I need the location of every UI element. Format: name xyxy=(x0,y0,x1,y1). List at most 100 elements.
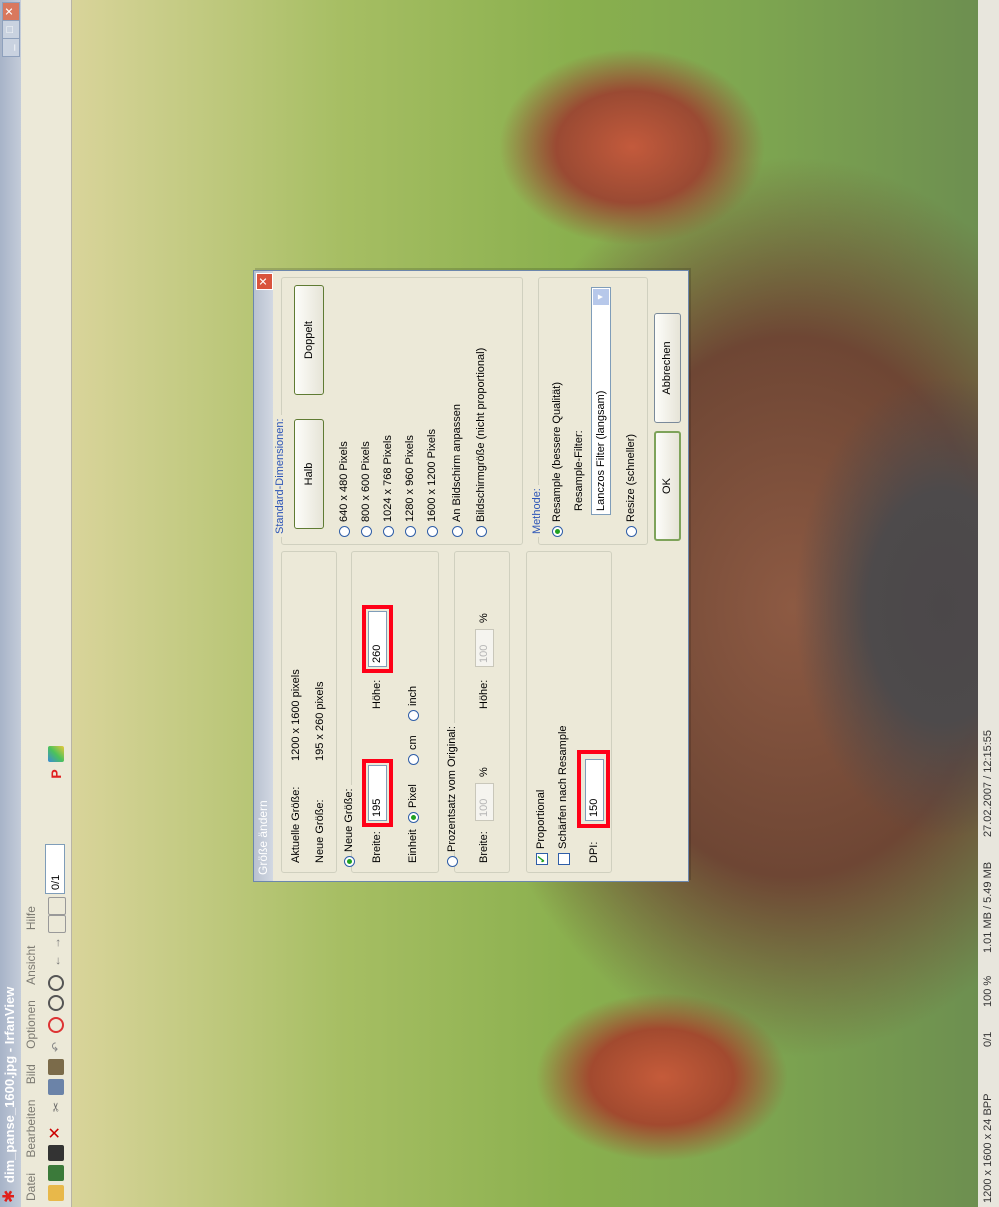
preset-screen-size-label: Bildschirmgröße (nicht proportional) xyxy=(475,347,487,522)
proportional-label: Proportional xyxy=(535,789,547,849)
ok-button[interactable]: OK xyxy=(654,431,681,541)
preset-fit-screen-radio[interactable] xyxy=(452,526,463,537)
percent-width-input[interactable]: 100 xyxy=(475,783,494,821)
info-icon[interactable] xyxy=(48,1017,64,1033)
percent-width-label: Breite: xyxy=(478,831,490,863)
preset-640-radio[interactable] xyxy=(339,526,350,537)
sharpen-label: Schärfen nach Resample xyxy=(557,725,569,849)
unit-label: Einheit xyxy=(407,829,419,863)
menu-hilfe[interactable]: Hilfe xyxy=(21,900,41,936)
open-icon[interactable] xyxy=(48,1185,64,1201)
save-icon[interactable] xyxy=(48,1165,64,1181)
preset-1280-label: 1280 x 960 Pixels xyxy=(404,435,416,522)
height-highlight xyxy=(362,605,393,673)
slideshow-icon[interactable] xyxy=(48,1145,64,1161)
menu-ansicht[interactable]: Ansicht xyxy=(21,939,41,990)
menu-bar: Datei Bearbeiten Bild Optionen Ansicht H… xyxy=(21,0,41,1207)
dialog-close-button[interactable]: ✕ xyxy=(256,273,273,290)
menu-optionen[interactable]: Optionen xyxy=(21,994,41,1055)
menu-bearbeiten[interactable]: Bearbeiten xyxy=(21,1094,41,1164)
status-datetime: 27.02.2007 / 12:15:55 xyxy=(982,729,994,837)
preset-800-radio[interactable] xyxy=(361,526,372,537)
resample-filter-value: Lanczos Filter (langsam) xyxy=(595,390,607,511)
previous-icon[interactable]: ← xyxy=(48,953,64,969)
zoom-in-icon[interactable] xyxy=(48,995,64,1011)
standard-dimensions-title: Standard-Dimensionen: xyxy=(274,415,286,537)
copy-icon[interactable] xyxy=(48,1079,64,1095)
preset-1600-label: 1600 x 1200 Pixels xyxy=(426,429,438,522)
menu-datei[interactable]: Datei xyxy=(21,1167,41,1207)
method-title: Methode: xyxy=(531,485,543,537)
cut-icon[interactable]: ✂ xyxy=(48,1099,64,1115)
percent-group xyxy=(454,551,510,873)
current-size-value: 1200 x 1600 pixels xyxy=(290,669,302,761)
toolbar: ✕ ✂ ↶ ← → 0/1 P xyxy=(41,0,72,1207)
half-button[interactable]: Halb xyxy=(294,419,324,529)
percent-height-input[interactable]: 100 xyxy=(475,629,494,667)
status-memory: 1.01 MB / 5.49 MB xyxy=(982,861,994,953)
cancel-button[interactable]: Abbrechen xyxy=(654,313,681,423)
unit-cm-label: cm xyxy=(407,735,419,750)
dialog-title-bar: Größe ändern ✕ xyxy=(254,271,273,881)
preset-640-label: 640 x 480 Pixels xyxy=(338,441,350,522)
preset-1600-radio[interactable] xyxy=(427,526,438,537)
paste-icon[interactable] xyxy=(48,1059,64,1075)
close-button[interactable]: ✕ xyxy=(2,2,20,21)
width-label: Breite: xyxy=(371,831,383,863)
sharpen-checkbox[interactable] xyxy=(558,853,570,865)
status-zoom: 100 % xyxy=(982,975,994,1007)
chevron-down-icon[interactable]: ▾ xyxy=(593,289,609,305)
status-dimensions: 1200 x 1600 x 24 BPP xyxy=(982,1093,994,1203)
dialog-title: Größe ändern xyxy=(256,800,270,875)
resample-filter-select[interactable]: Lanczos Filter (langsam) ▾ xyxy=(591,287,611,515)
menu-bild[interactable]: Bild xyxy=(21,1058,41,1090)
percent-radio[interactable] xyxy=(447,856,458,867)
preset-1024-radio[interactable] xyxy=(383,526,394,537)
undo-icon[interactable]: ↶ xyxy=(48,1039,64,1055)
maximize-button[interactable]: □ xyxy=(2,20,20,39)
resize-dialog: Größe ändern ✕ Aktuelle Größe: 1200 x 16… xyxy=(253,270,689,882)
page-index-field[interactable]: 0/1 xyxy=(45,844,65,894)
title-bar: ✱ dim_panse_1600.jpg - IrfanView _ □ ✕ xyxy=(0,0,21,1207)
resample-radio[interactable] xyxy=(552,526,563,537)
height-label: Höhe: xyxy=(371,679,383,709)
paint-icon[interactable]: P xyxy=(48,766,64,782)
resample-filter-label: Resample-Filter: xyxy=(573,430,585,511)
preset-800-label: 800 x 600 Pixels xyxy=(360,441,372,522)
current-size-label: Aktuelle Größe: xyxy=(290,786,302,863)
unit-pixel-radio[interactable] xyxy=(408,812,419,823)
new-size-radio[interactable] xyxy=(344,856,355,867)
delete-icon[interactable]: ✕ xyxy=(47,1125,64,1141)
preset-1024-label: 1024 x 768 Pixels xyxy=(382,435,394,522)
proportional-checkbox[interactable]: ✓ xyxy=(536,853,548,865)
last-icon[interactable] xyxy=(48,897,66,915)
preset-1280-radio[interactable] xyxy=(405,526,416,537)
new-size-value: 195 x 260 pixels xyxy=(314,681,326,762)
next-icon[interactable]: → xyxy=(48,935,64,951)
unit-cm-radio[interactable] xyxy=(408,754,419,765)
unit-pixel-label: Pixel xyxy=(407,784,419,808)
resample-label: Resample (bessere Qualität) xyxy=(551,381,563,522)
double-button[interactable]: Doppelt xyxy=(294,285,324,395)
percent-radio-label: Prozentsatz vom Original: xyxy=(446,723,458,852)
preset-screen-size-radio[interactable] xyxy=(476,526,487,537)
width-highlight xyxy=(362,759,393,827)
dpi-highlight xyxy=(577,750,610,828)
first-icon[interactable] xyxy=(48,915,66,933)
status-index: 0/1 xyxy=(982,1031,994,1047)
palette-icon[interactable] xyxy=(48,746,64,762)
status-bar: 1200 x 1600 x 24 BPP 0/1 100 % 1.01 MB /… xyxy=(978,0,999,1207)
irfanview-window: ✱ dim_panse_1600.jpg - IrfanView _ □ ✕ D… xyxy=(0,0,999,1207)
unit-inch-label: inch xyxy=(407,685,419,706)
screenshot-stage: ✱ dim_panse_1600.jpg - IrfanView _ □ ✕ D… xyxy=(0,0,999,1207)
resize-radio[interactable] xyxy=(626,526,637,537)
percent-height-sign: % xyxy=(478,613,490,623)
unit-inch-radio[interactable] xyxy=(408,710,419,721)
zoom-out-icon[interactable] xyxy=(48,975,64,991)
minimize-button[interactable]: _ xyxy=(2,38,20,57)
new-size-radio-label: Neue Größe: xyxy=(343,785,355,852)
percent-width-sign: % xyxy=(478,767,490,777)
resize-label: Resize (schneller) xyxy=(625,433,637,522)
irfanview-logo-icon: ✱ xyxy=(1,1189,18,1203)
window-title: dim_panse_1600.jpg - IrfanView xyxy=(2,986,17,1183)
